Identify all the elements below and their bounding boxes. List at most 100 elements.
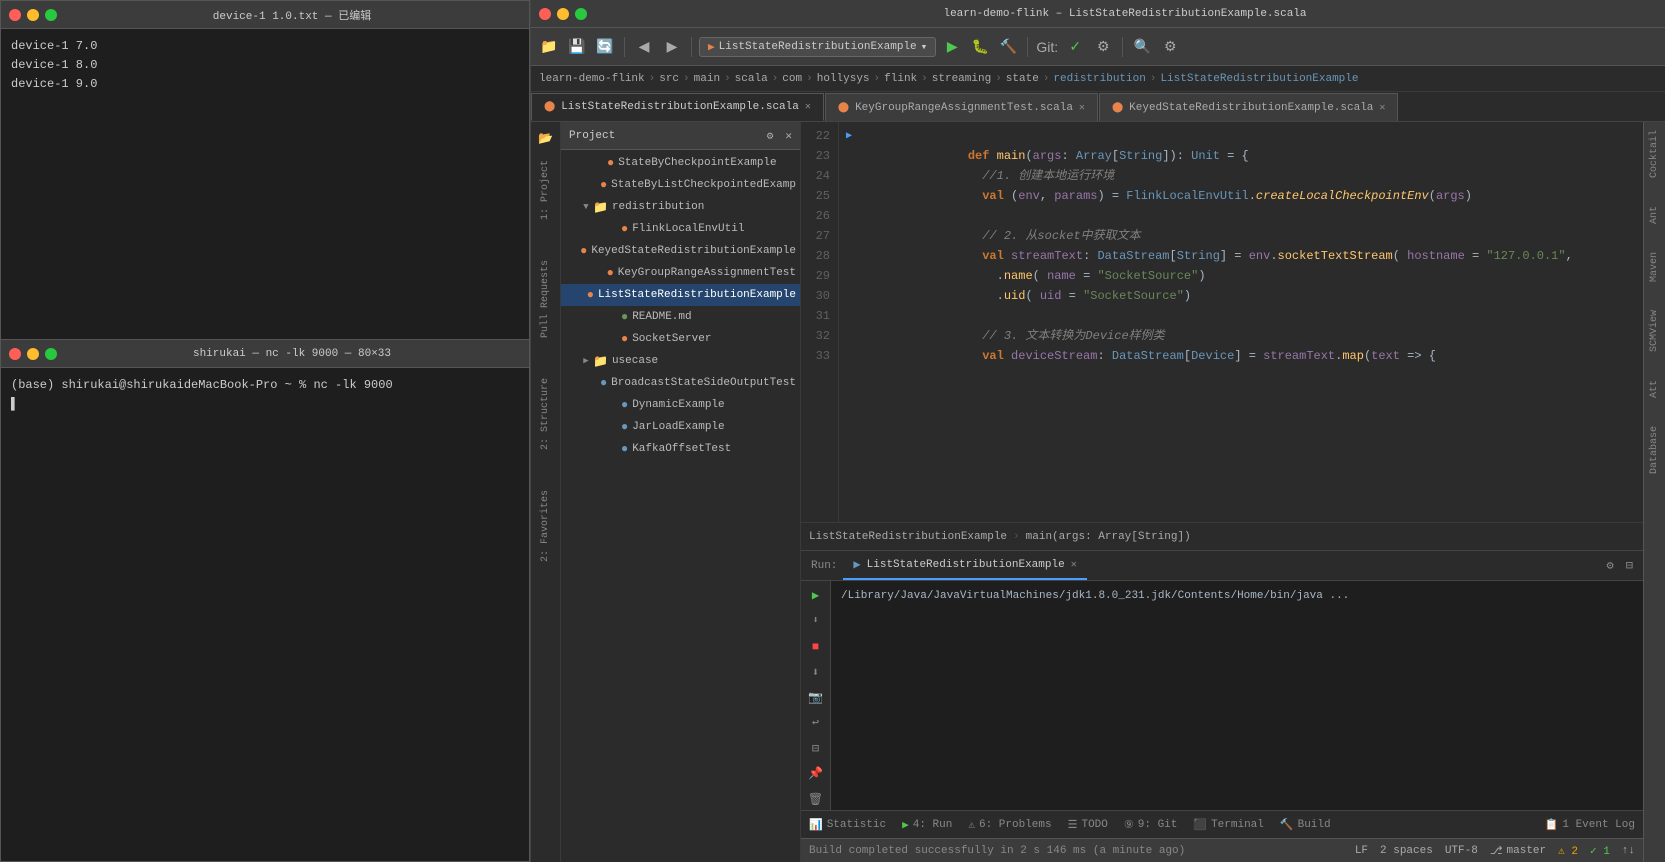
gutter-run-22[interactable]: ▶: [839, 126, 859, 146]
breadcrumb-scala[interactable]: scala: [735, 73, 768, 85]
toolbar-save-btn[interactable]: 💾: [565, 35, 589, 59]
tree-item-jarload[interactable]: ● JarLoadExample: [561, 416, 800, 438]
tree-item-statebylist[interactable]: ● StateByListCheckpointedExamp: [561, 174, 800, 196]
breadcrumb-src[interactable]: src: [659, 73, 679, 85]
status-check[interactable]: ✓ 1: [1590, 844, 1610, 858]
close-btn-bottom[interactable]: [9, 348, 21, 360]
run-scroll-end-btn[interactable]: ⬇: [805, 661, 827, 682]
tree-item-dynamic[interactable]: ● DynamicExample: [561, 394, 800, 416]
run-layout-icon[interactable]: ⊟: [1620, 558, 1639, 573]
line-num-28[interactable]: 28: [801, 246, 830, 266]
breadcrumb-streaming[interactable]: streaming: [932, 73, 991, 85]
line-num-31[interactable]: 31: [801, 306, 830, 326]
tab-2-close[interactable]: ✕: [1079, 102, 1085, 114]
ide-maximize-btn[interactable]: [575, 8, 587, 20]
sidebar-right-scmview[interactable]: SCMView: [1647, 306, 1662, 356]
line-num-30[interactable]: 30: [801, 286, 830, 306]
tree-item-redistribution[interactable]: ▼ 📁 redistribution: [561, 196, 800, 218]
run-pin-btn[interactable]: 📌: [805, 763, 827, 784]
tab-1-close[interactable]: ✕: [805, 101, 811, 113]
run-tab-close[interactable]: ✕: [1071, 559, 1077, 571]
line-num-33[interactable]: 33: [801, 346, 830, 366]
breadcrumb-state[interactable]: state: [1006, 73, 1039, 85]
line-num-25[interactable]: 25: [801, 186, 830, 206]
close-btn-top[interactable]: [9, 9, 21, 21]
run-stop-btn[interactable]: ■: [805, 636, 827, 657]
project-tree[interactable]: ● StateByCheckpointExample ● StateByList…: [561, 150, 800, 862]
tree-item-keyedstate[interactable]: ● KeyedStateRedistributionExample: [561, 240, 800, 262]
run-trash-btn[interactable]: 🗑: [805, 789, 827, 810]
bottom-tab-terminal[interactable]: ⬛ Terminal: [1189, 818, 1268, 832]
run-tab-active[interactable]: ▶ ListStateRedistributionExample ✕: [843, 552, 1086, 580]
sidebar-right-database[interactable]: Database: [1647, 422, 1662, 478]
sidebar-structure-label[interactable]: 2: Structure: [538, 370, 553, 458]
terminal-bottom-content[interactable]: (base) shirukai@shirukaideMacBook-Pro ~ …: [1, 368, 529, 861]
sidebar-right-att[interactable]: Att: [1647, 376, 1662, 402]
sidebar-project-icon[interactable]: 📂: [534, 126, 558, 150]
run-settings-icon[interactable]: ⚙: [1601, 558, 1620, 573]
toolbar-search-btn[interactable]: 🔍: [1130, 35, 1154, 59]
breadcrumb-flink[interactable]: flink: [884, 73, 917, 85]
tree-item-socketserver[interactable]: ● SocketServer: [561, 328, 800, 350]
minimize-btn-top[interactable]: [27, 9, 39, 21]
bottom-tab-run[interactable]: ▶ 4: Run: [898, 818, 956, 832]
run-play-btn[interactable]: ▶: [805, 585, 827, 606]
maximize-btn-top[interactable]: [45, 9, 57, 21]
run-scroll-btn[interactable]: ⬇: [805, 610, 827, 631]
tree-item-broadcaststate[interactable]: ● BroadcastStateSideOutputTest: [561, 372, 800, 394]
bottom-tab-problems[interactable]: ⚠ 6: Problems: [964, 818, 1055, 832]
run-config-dropdown[interactable]: ▶ ListStateRedistributionExample ▾: [699, 37, 936, 57]
tab-keygrouprange[interactable]: ⬤ KeyGroupRangeAssignmentTest.scala ✕: [825, 93, 1098, 121]
ide-minimize-btn[interactable]: [557, 8, 569, 20]
run-wrap-btn[interactable]: ↩: [805, 712, 827, 733]
bottom-tab-git[interactable]: ⑨ 9: Git: [1120, 818, 1181, 832]
breadcrumb-hollysys[interactable]: hollysys: [817, 73, 870, 85]
tree-item-kafkaoffset[interactable]: ● KafkaOffsetTest: [561, 438, 800, 460]
sidebar-project-label[interactable]: 1: Project: [538, 152, 553, 228]
code-editor[interactable]: 22 23 24 25 26 27 28 29 30 31 32 33 ▶: [801, 122, 1643, 862]
bottom-tab-statistic[interactable]: 📊 Statistic: [805, 818, 890, 832]
code-area[interactable]: def main(args: Array[String]): Unit = { …: [859, 122, 1643, 522]
breadcrumb-com[interactable]: com: [782, 73, 802, 85]
bottom-tab-build[interactable]: 🔨 Build: [1276, 818, 1335, 832]
project-close-icon[interactable]: ✕: [785, 129, 792, 143]
line-num-32[interactable]: 32: [801, 326, 830, 346]
sidebar-right-maven[interactable]: Maven: [1647, 248, 1662, 286]
run-camera-btn[interactable]: 📷: [805, 687, 827, 708]
status-warnings[interactable]: ⚠ 2: [1558, 844, 1578, 858]
sidebar-right-ant[interactable]: Ant: [1647, 202, 1662, 228]
toolbar-refresh-btn[interactable]: 🔄: [593, 35, 617, 59]
status-branch[interactable]: ⎇ master: [1490, 844, 1546, 858]
toolbar-settings-btn[interactable]: ⚙: [1158, 35, 1182, 59]
line-num-24[interactable]: 24: [801, 166, 830, 186]
line-num-29[interactable]: 29: [801, 266, 830, 286]
line-num-27[interactable]: 27: [801, 226, 830, 246]
toolbar-debug-btn[interactable]: 🐛: [968, 35, 992, 59]
toolbar-git-btn[interactable]: Git:: [1035, 35, 1059, 59]
breadcrumb-redistribution[interactable]: redistribution: [1053, 73, 1145, 85]
breadcrumb-file[interactable]: ListStateRedistributionExample: [1160, 73, 1358, 85]
minimize-btn-bottom[interactable]: [27, 348, 39, 360]
status-arrows[interactable]: ↑↓: [1622, 845, 1635, 857]
tree-item-readme[interactable]: ● README.md: [561, 306, 800, 328]
toolbar-build-btn[interactable]: 🔨: [996, 35, 1020, 59]
breadcrumb-main[interactable]: main: [694, 73, 720, 85]
bottom-tab-eventlog[interactable]: 📋 1 Event Log: [1541, 818, 1639, 832]
line-num-22[interactable]: 22: [801, 126, 830, 146]
status-spaces[interactable]: 2 spaces: [1380, 845, 1433, 857]
tab-3-close[interactable]: ✕: [1379, 102, 1385, 114]
ide-close-btn[interactable]: [539, 8, 551, 20]
line-num-26[interactable]: 26: [801, 206, 830, 226]
sidebar-pullreq-label[interactable]: Pull Requests: [538, 252, 553, 346]
toolbar-back-btn[interactable]: ◀: [632, 35, 656, 59]
toolbar-vcs-btn[interactable]: ⚙: [1091, 35, 1115, 59]
toolbar-forward-btn[interactable]: ▶: [660, 35, 684, 59]
toolbar-check-btn[interactable]: ✓: [1063, 35, 1087, 59]
breadcrumb-root[interactable]: learn-demo-flink: [539, 73, 645, 85]
sidebar-right-cocktail[interactable]: Cocktail: [1647, 126, 1662, 182]
tab-keyedstate[interactable]: ⬤ KeyedStateRedistributionExample.scala …: [1099, 93, 1398, 121]
tree-item-keygrouprange[interactable]: ● KeyGroupRangeAssignmentTest: [561, 262, 800, 284]
tree-item-statebycheckpoint[interactable]: ● StateByCheckpointExample: [561, 152, 800, 174]
tree-item-liststate[interactable]: ● ListStateRedistributionExample: [561, 284, 800, 306]
toolbar-run-btn[interactable]: ▶: [940, 35, 964, 59]
